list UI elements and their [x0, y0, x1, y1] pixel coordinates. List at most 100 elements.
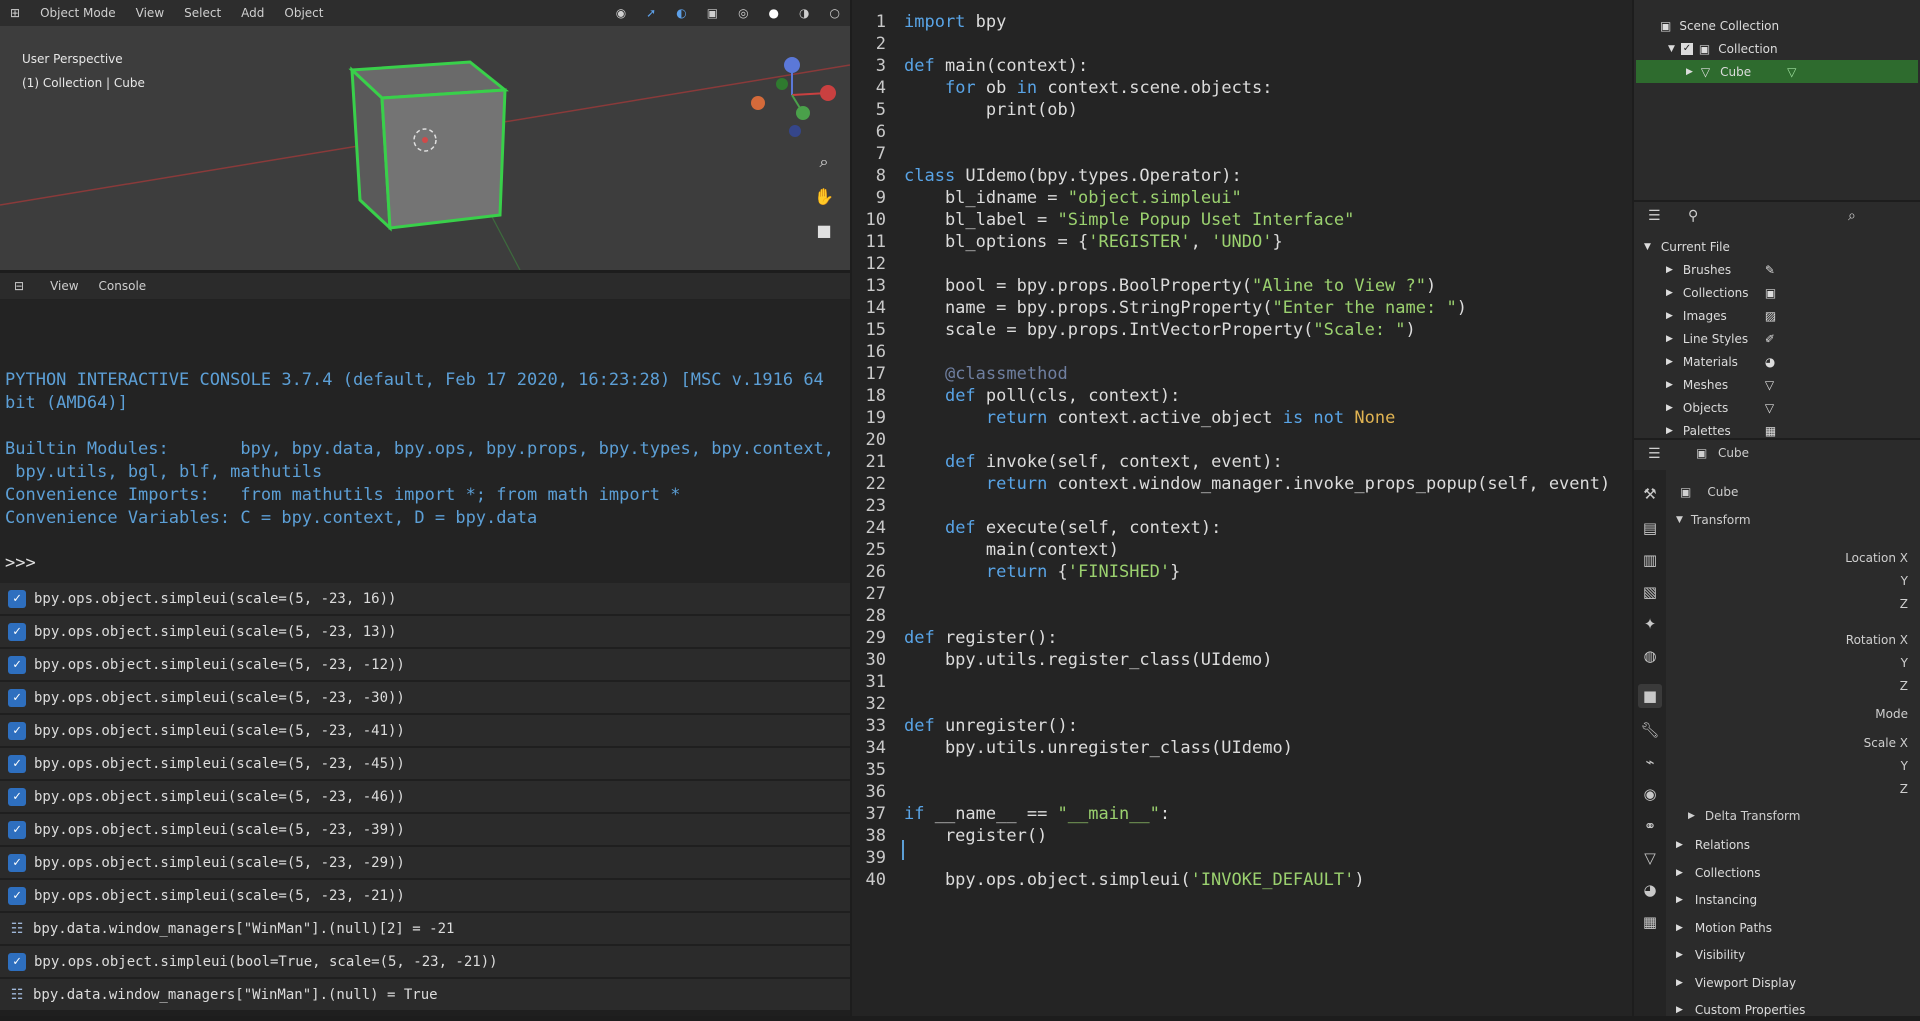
expand-icon[interactable]: ▶	[1666, 426, 1673, 436]
zoom-icon[interactable]: ⌕	[812, 150, 836, 174]
info-log-row[interactable]: ✓ bpy.ops.object.simpleui(scale=(5, -23, …	[0, 682, 850, 715]
shading-rendered-icon[interactable]: ○	[820, 6, 850, 20]
outliner[interactable]: ▣ Scene Collection ▼ ✓ ▣ Collection ▶ ▽ …	[1634, 0, 1920, 200]
display-mode-icon[interactable]: ☰	[1648, 208, 1661, 224]
expand-icon[interactable]: ▶	[1676, 840, 1683, 850]
viewport-3d[interactable]: ⊞ Object Mode View Select Add Object ◉ ➚…	[0, 0, 850, 270]
scene-tab-icon[interactable]: ✦	[1638, 612, 1662, 636]
info-log-row[interactable]: ✓ bpy.ops.object.simpleui(scale=(5, -23, …	[0, 715, 850, 748]
fb-item-line-styles[interactable]: ▶ Line Styles ✐	[1634, 328, 1920, 350]
particles-tab-icon[interactable]: ⌁	[1638, 750, 1662, 774]
physics-tab-icon[interactable]: ◉	[1638, 782, 1662, 806]
expand-icon[interactable]: ▶	[1676, 978, 1683, 988]
info-log-row[interactable]: ✓ bpy.ops.object.simpleui(scale=(5, -23, …	[0, 748, 850, 781]
shading-material-icon[interactable]: ◑	[789, 6, 819, 20]
panel-custom-properties[interactable]: ▶ Custom Properties	[1676, 999, 1916, 1021]
fb-item-collections[interactable]: ▶ Collections ▣	[1634, 282, 1920, 304]
texture-tab-icon[interactable]: ▦	[1638, 910, 1662, 934]
shading-solid-icon[interactable]: ●	[759, 6, 789, 20]
expand-icon[interactable]: ▶	[1666, 334, 1673, 344]
info-log-row[interactable]: ✓ bpy.ops.object.simpleui(scale=(5, -23, …	[0, 880, 850, 913]
info-log-row[interactable]: ✓ bpy.ops.object.simpleui(scale=(5, -23, …	[0, 847, 850, 880]
menu-object[interactable]: Object	[274, 6, 333, 20]
expand-icon[interactable]: ▶	[1676, 923, 1683, 933]
search-icon[interactable]: ⌕	[1848, 208, 1856, 224]
info-log[interactable]: ✓ bpy.ops.object.simpleui(scale=(5, -23, …	[0, 583, 850, 1016]
console-prompt[interactable]: >>>	[5, 553, 46, 573]
object-name-field[interactable]: ▣ Cube	[1680, 482, 1910, 502]
collapse-icon[interactable]: ▼	[1644, 242, 1651, 252]
expand-icon[interactable]: ▶	[1666, 380, 1673, 390]
data-tab-icon[interactable]: ▽	[1638, 846, 1662, 870]
info-log-row[interactable]: ✓ bpy.ops.object.simpleui(scale=(5, -23, …	[0, 583, 850, 616]
object-tab-icon[interactable]: ■	[1638, 684, 1662, 708]
shading-wireframe-icon[interactable]: ◎	[728, 6, 758, 20]
expand-icon[interactable]: ▶	[1676, 950, 1683, 960]
panel-visibility[interactable]: ▶ Visibility	[1676, 944, 1916, 966]
outliner-blender-file[interactable]: ☰ ⚲ ⌕ ▼ Current File ▶ Brushes ✎ ▶ Collectio…	[1634, 202, 1920, 438]
render-tab-icon[interactable]: ▤	[1638, 516, 1662, 540]
material-tab-icon[interactable]: ◕	[1638, 878, 1662, 902]
info-log-row[interactable]: ✓ bpy.ops.object.simpleui(scale=(5, -23, …	[0, 781, 850, 814]
gizmo-toggle-icon[interactable]: ➚	[636, 6, 666, 20]
expand-icon[interactable]: ▶	[1676, 868, 1683, 878]
current-file-row[interactable]: ▼ Current File	[1634, 236, 1920, 258]
editor-type-icon[interactable]: ☰	[1648, 446, 1661, 462]
filter-icon[interactable]: ⚲	[1688, 208, 1698, 224]
panel-viewport-display[interactable]: ▶ Viewport Display	[1676, 972, 1916, 994]
expand-icon[interactable]: ▶	[1666, 288, 1673, 298]
constraints-tab-icon[interactable]: ⚭	[1638, 814, 1662, 838]
fb-item-palettes[interactable]: ▶ Palettes ▦	[1634, 420, 1920, 442]
code-area[interactable]: import bpy def main(context): for ob in c…	[892, 12, 1620, 1016]
xray-icon[interactable]: ▣	[697, 6, 728, 20]
menu-view[interactable]: View	[126, 6, 174, 20]
fb-item-objects[interactable]: ▶ Objects ▽	[1634, 397, 1920, 419]
info-log-row[interactable]: ✓ bpy.ops.object.simpleui(bool=True, scal…	[0, 946, 850, 979]
info-log-row[interactable]: ✓ bpy.ops.object.simpleui(scale=(5, -23, …	[0, 616, 850, 649]
info-log-row[interactable]: ☷ bpy.data.window_managers["WinMan"].(nul…	[0, 979, 850, 1012]
expand-icon[interactable]: ▶	[1666, 403, 1673, 413]
expand-icon[interactable]: ▶	[1676, 895, 1683, 905]
expand-icon[interactable]: ▶	[1676, 1005, 1683, 1015]
fb-item-images[interactable]: ▶ Images ▨	[1634, 305, 1920, 327]
mode-selector[interactable]: Object Mode	[30, 6, 126, 20]
info-log-row[interactable]: ✓ bpy.ops.object.simpleui(scale=(5, -23, …	[0, 649, 850, 682]
delta-transform-subpanel[interactable]: ▶ Delta Transform	[1688, 809, 1800, 823]
outliner-cube[interactable]: ▶ ▽ Cube ▽	[1636, 60, 1918, 83]
camera-icon[interactable]: ■	[812, 218, 836, 242]
python-console[interactable]: PYTHON INTERACTIVE CONSOLE 3.7.4 (defaul…	[0, 300, 850, 583]
console-menu-console[interactable]: Console	[91, 279, 155, 293]
view-layer-tab-icon[interactable]: ▧	[1638, 580, 1662, 604]
modifier-tab-icon[interactable]: 🔧︎	[1638, 718, 1662, 742]
overlay-toggle-icon[interactable]: ◐	[666, 6, 696, 20]
checkbox-icon[interactable]: ✓	[1680, 42, 1693, 55]
expand-icon[interactable]: ▶	[1686, 67, 1693, 77]
fb-item-meshes[interactable]: ▶ Meshes ▽	[1634, 374, 1920, 396]
output-tab-icon[interactable]: ▥	[1638, 548, 1662, 572]
tool-tab-icon[interactable]: ⚒	[1638, 482, 1662, 506]
fb-item-materials[interactable]: ▶ Materials ◕	[1634, 351, 1920, 373]
transform-panel-header[interactable]: ▼ Transform	[1676, 513, 1751, 527]
editor-type-icon[interactable]: ⊟	[0, 279, 38, 293]
console-menu-view[interactable]: View	[38, 279, 90, 293]
menu-add[interactable]: Add	[231, 6, 274, 20]
collapse-icon[interactable]: ▼	[1668, 44, 1675, 54]
expand-icon[interactable]: ▶	[1666, 357, 1673, 367]
outliner-scene-collection[interactable]: ▣ Scene Collection	[1634, 14, 1920, 37]
editor-type-icon[interactable]: ⊞	[0, 6, 30, 20]
expand-icon[interactable]: ▶	[1688, 811, 1695, 821]
menu-select[interactable]: Select	[174, 6, 231, 20]
panel-instancing[interactable]: ▶ Instancing	[1676, 889, 1916, 911]
world-tab-icon[interactable]: ◍	[1638, 644, 1662, 668]
pan-hand-icon[interactable]: ✋	[812, 184, 836, 208]
panel-motion-paths[interactable]: ▶ Motion Paths	[1676, 917, 1916, 939]
info-log-row[interactable]: ☷ bpy.data.window_managers["WinMan"].(nul…	[0, 913, 850, 946]
panel-relations[interactable]: ▶ Relations	[1676, 834, 1916, 856]
panel-collections[interactable]: ▶ Collections	[1676, 862, 1916, 884]
fb-item-brushes[interactable]: ▶ Brushes ✎	[1634, 259, 1920, 281]
visibility-icon[interactable]: ◉	[606, 6, 636, 20]
info-log-row[interactable]: ✓ bpy.ops.object.simpleui(scale=(5, -23, …	[0, 814, 850, 847]
outliner-collection[interactable]: ▼ ✓ ▣ Collection	[1634, 37, 1920, 60]
expand-icon[interactable]: ▶	[1666, 311, 1673, 321]
collapse-icon[interactable]: ▼	[1676, 515, 1683, 525]
